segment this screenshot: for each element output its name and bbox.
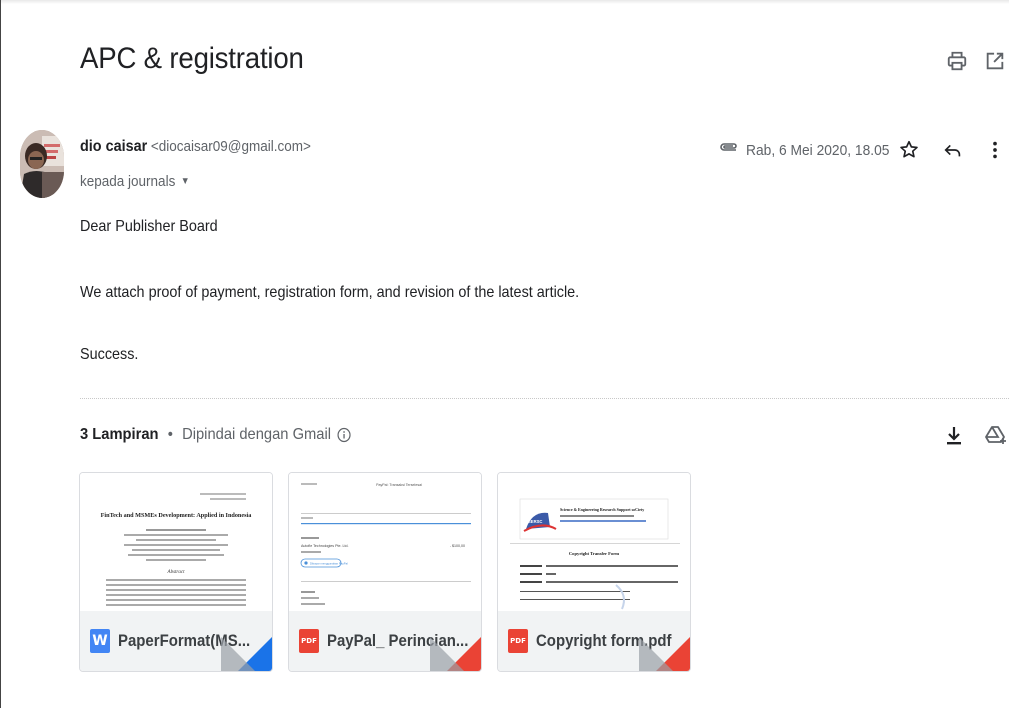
reply-icon[interactable]	[942, 139, 964, 161]
email-body-text: We attach proof of payment, registration…	[80, 284, 580, 301]
paper-section: Abstract	[167, 570, 186, 575]
paper-title: FinTech and MSMEs Development: Applied i…	[101, 512, 252, 519]
attachment-footer: PDF PayPal_ Perincian...	[289, 611, 481, 671]
email-meta: Rab, 6 Mei 2020, 18.05	[718, 138, 902, 162]
sender-email: <diocaisar09@gmail.com>	[150, 138, 311, 155]
pdf-file-icon: PDF	[508, 629, 528, 653]
avatar-photo	[20, 130, 64, 198]
more-vertical-icon[interactable]	[984, 139, 1006, 161]
page-fold-shade	[221, 637, 255, 671]
sender-name[interactable]: dio caisar	[80, 138, 147, 155]
attachment-preview: PayPal: Transaksi Terselesai Autofle Tec…	[289, 473, 481, 611]
separator-dot: •	[167, 426, 173, 443]
attachment-card-paper-format[interactable]: FinTech and MSMEs Development: Applied i…	[79, 472, 273, 672]
attachment-count: 3 Lampiran	[80, 426, 159, 443]
email-date: Rab, 6 Mei 2020, 18.05	[746, 141, 890, 159]
add-to-drive-icon[interactable]	[984, 424, 1008, 448]
sersc-logo-text: SERSC	[528, 519, 542, 524]
pdf-file-icon: PDF	[299, 629, 319, 653]
paypal-header: PayPal: Transaksi Terselesai	[376, 483, 422, 487]
document-preview-image: FinTech and MSMEs Development: Applied i…	[80, 473, 272, 611]
paypal-method-button: Dibayar menggunakan PayPal	[310, 561, 348, 565]
star-icon[interactable]	[898, 139, 920, 161]
paypal-payee: Autofle Technologies Pte. Ltd.	[301, 544, 348, 548]
copyright-form-title: Copyright Transfer Form	[569, 551, 619, 556]
scan-status: Dipindai dengan Gmail	[182, 426, 332, 443]
sender-avatar[interactable]	[20, 130, 64, 198]
attachments-header: 3 Lampiran • Dipindai dengan Gmail	[80, 426, 351, 444]
open-in-new-window-icon[interactable]	[984, 50, 1006, 72]
email-signoff: Success.	[80, 346, 139, 363]
email-subject: APC & registration	[80, 42, 304, 75]
attachment-footer: PDF Copyright form.pdf	[498, 611, 690, 671]
word-file-icon: W	[90, 629, 110, 653]
caret-down-icon[interactable]: ▼	[181, 176, 190, 187]
document-preview-image: PayPal: Transaksi Terselesai Autofle Tec…	[289, 473, 481, 611]
print-icon[interactable]	[946, 50, 968, 72]
window-left-edge	[0, 0, 1, 708]
paypal-amount: - $100,00	[450, 544, 465, 548]
attachments-divider	[80, 398, 1009, 399]
page-fold-shade	[430, 637, 464, 671]
window-top-edge	[0, 0, 1009, 4]
attachment-preview: FinTech and MSMEs Development: Applied i…	[80, 473, 272, 611]
recipient-label: kepada journals	[80, 173, 176, 190]
recipient-details-toggle[interactable]: kepada journals ▼	[80, 173, 190, 190]
sender-info: dio caisar <diocaisar09@gmail.com>	[80, 138, 311, 156]
email-greeting: Dear Publisher Board	[80, 218, 218, 235]
download-all-icon[interactable]	[942, 424, 966, 448]
page-fold-shade	[639, 637, 673, 671]
attachment-preview: SERSC Science & Engineering Research Sup…	[498, 473, 690, 611]
document-preview-image: SERSC Science & Engineering Research Sup…	[498, 473, 690, 611]
attachment-card-copyright[interactable]: SERSC Science & Engineering Research Sup…	[497, 472, 691, 672]
info-icon[interactable]	[337, 427, 352, 443]
attachment-card-paypal[interactable]: PayPal: Transaksi Terselesai Autofle Tec…	[288, 472, 482, 672]
copyright-org-name: Science & Engineering Research Support s…	[560, 507, 644, 512]
paperclip-icon	[720, 143, 737, 151]
attachment-footer: W PaperFormat(MS...	[80, 611, 272, 671]
